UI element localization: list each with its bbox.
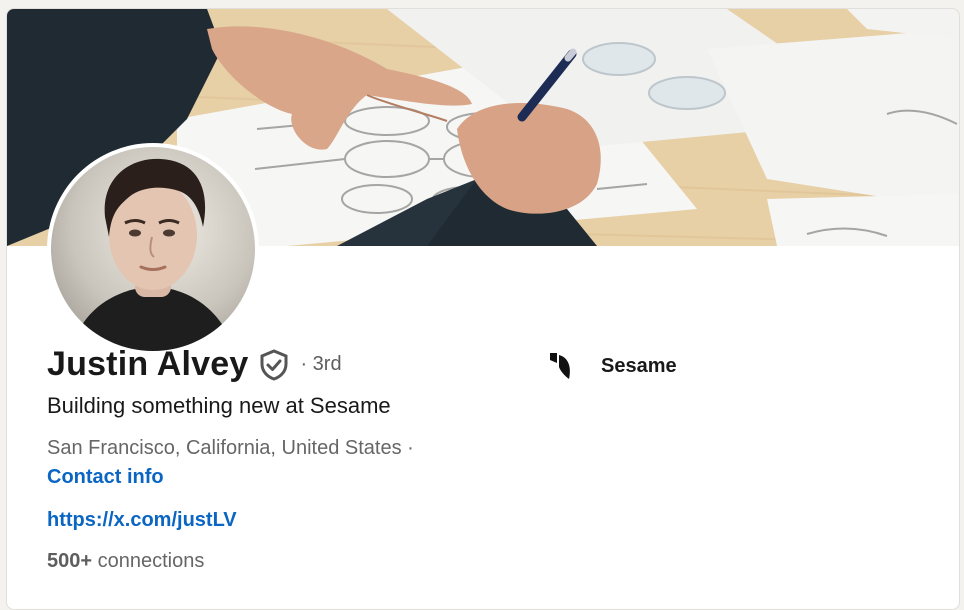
profile-location: San Francisco, California, United States… [47, 437, 414, 459]
connections-count[interactable]: 500+ connections [47, 550, 204, 573]
profile-photo[interactable] [47, 143, 259, 355]
connection-degree: · 3rd [300, 353, 342, 375]
profile-name: Justin Alvey [47, 345, 249, 383]
contact-info-link[interactable]: Contact info [47, 466, 164, 489]
name-row: Justin Alvey · 3rd [47, 345, 342, 384]
verified-shield-icon[interactable] [258, 348, 290, 381]
avatar-portrait [71, 158, 235, 351]
company-name: Sesame [601, 354, 677, 377]
connections-number: 500+ [47, 550, 93, 572]
avatar [51, 147, 255, 351]
current-company[interactable]: Sesame [547, 351, 677, 381]
profile-headline: Building something new at Sesame [47, 393, 391, 418]
website-link[interactable]: https://x.com/justLV [47, 509, 237, 532]
profile-card: Justin Alvey · 3rd Building something ne… [6, 8, 960, 610]
connections-label: connections [97, 550, 205, 572]
sesame-logo-icon [550, 353, 570, 379]
